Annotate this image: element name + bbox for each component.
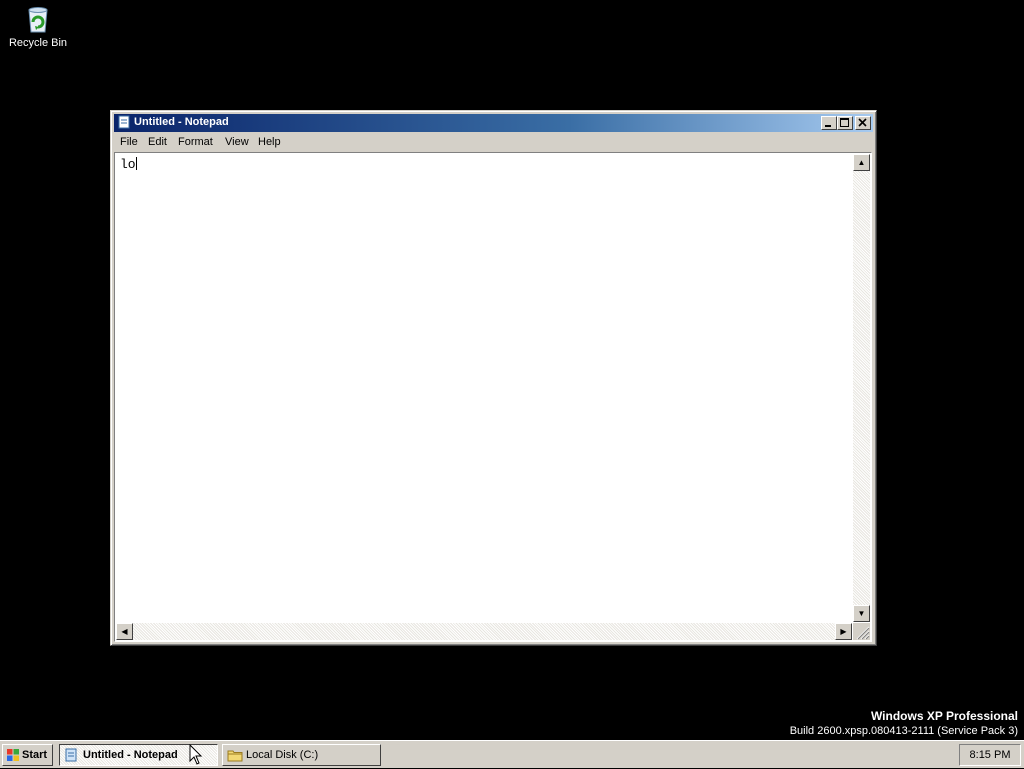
menu-bar: File Edit Format View Help <box>114 133 873 152</box>
notepad-icon <box>117 115 131 129</box>
menu-file[interactable]: File <box>120 136 138 148</box>
mouse-cursor-icon <box>189 743 203 766</box>
taskbar: Start Untitled - Notepad Local Disk (C:)… <box>0 740 1024 768</box>
recycle-bin-icon <box>22 2 54 34</box>
os-version-watermark: Windows XP Professional Build 2600.xpsp.… <box>790 709 1018 737</box>
vertical-scrollbar[interactable]: ▲ ▼ <box>853 154 870 622</box>
desktop-icon-label: Recycle Bin <box>8 37 68 49</box>
menu-edit[interactable]: Edit <box>148 136 167 148</box>
resize-grip[interactable] <box>853 623 870 640</box>
maximize-button[interactable] <box>837 116 853 130</box>
scroll-down-button[interactable]: ▼ <box>853 605 870 622</box>
close-icon <box>856 118 870 132</box>
minimize-button[interactable] <box>821 116 837 130</box>
menu-help[interactable]: Help <box>258 136 281 148</box>
scroll-up-button[interactable]: ▲ <box>853 154 870 171</box>
os-name: Windows XP Professional <box>870 709 1018 723</box>
title-bar[interactable]: Untitled - Notepad <box>114 114 873 132</box>
start-label: Start <box>22 749 48 761</box>
windows-flag-icon <box>6 748 20 762</box>
editor-text: lo <box>120 157 136 172</box>
close-button[interactable] <box>855 116 871 130</box>
arrow-up-icon: ▲ <box>857 158 866 167</box>
taskbar-button-label: Untitled - Notepad <box>83 749 178 761</box>
system-tray-clock[interactable]: 8:15 PM <box>959 744 1021 766</box>
text-caret <box>135 157 137 170</box>
maximize-icon <box>838 118 852 132</box>
os-build: Build 2600.xpsp.080413-2111 (Service Pac… <box>789 725 1018 737</box>
arrow-left-icon: ◀ <box>121 627 128 636</box>
start-button[interactable]: Start <box>2 744 53 766</box>
horizontal-scrollbar[interactable]: ◀ ▶ <box>116 623 852 640</box>
resize-grip-icon <box>853 626 870 643</box>
notepad-window: Untitled - Notepad File Edit Format View… <box>110 110 877 646</box>
arrow-down-icon: ▼ <box>857 609 866 618</box>
window-title: Untitled - Notepad <box>134 116 229 128</box>
scroll-left-button[interactable]: ◀ <box>116 623 133 640</box>
arrow-right-icon: ▶ <box>840 627 847 636</box>
menu-format[interactable]: Format <box>178 136 213 148</box>
minimize-icon <box>822 121 836 132</box>
menu-view[interactable]: View <box>225 136 249 148</box>
notepad-icon <box>64 748 78 762</box>
scroll-right-button[interactable]: ▶ <box>835 623 852 640</box>
editor-text-area[interactable]: lo <box>117 155 851 621</box>
taskbar-button-label: Local Disk (C:) <box>246 749 319 761</box>
desktop-icon-recycle-bin[interactable]: Recycle Bin <box>4 2 72 49</box>
folder-icon <box>227 748 243 762</box>
text-editor[interactable]: lo ▲ ▼ ◀ ▶ <box>114 152 872 642</box>
taskbar-button-local-disk[interactable]: Local Disk (C:) <box>222 744 381 766</box>
